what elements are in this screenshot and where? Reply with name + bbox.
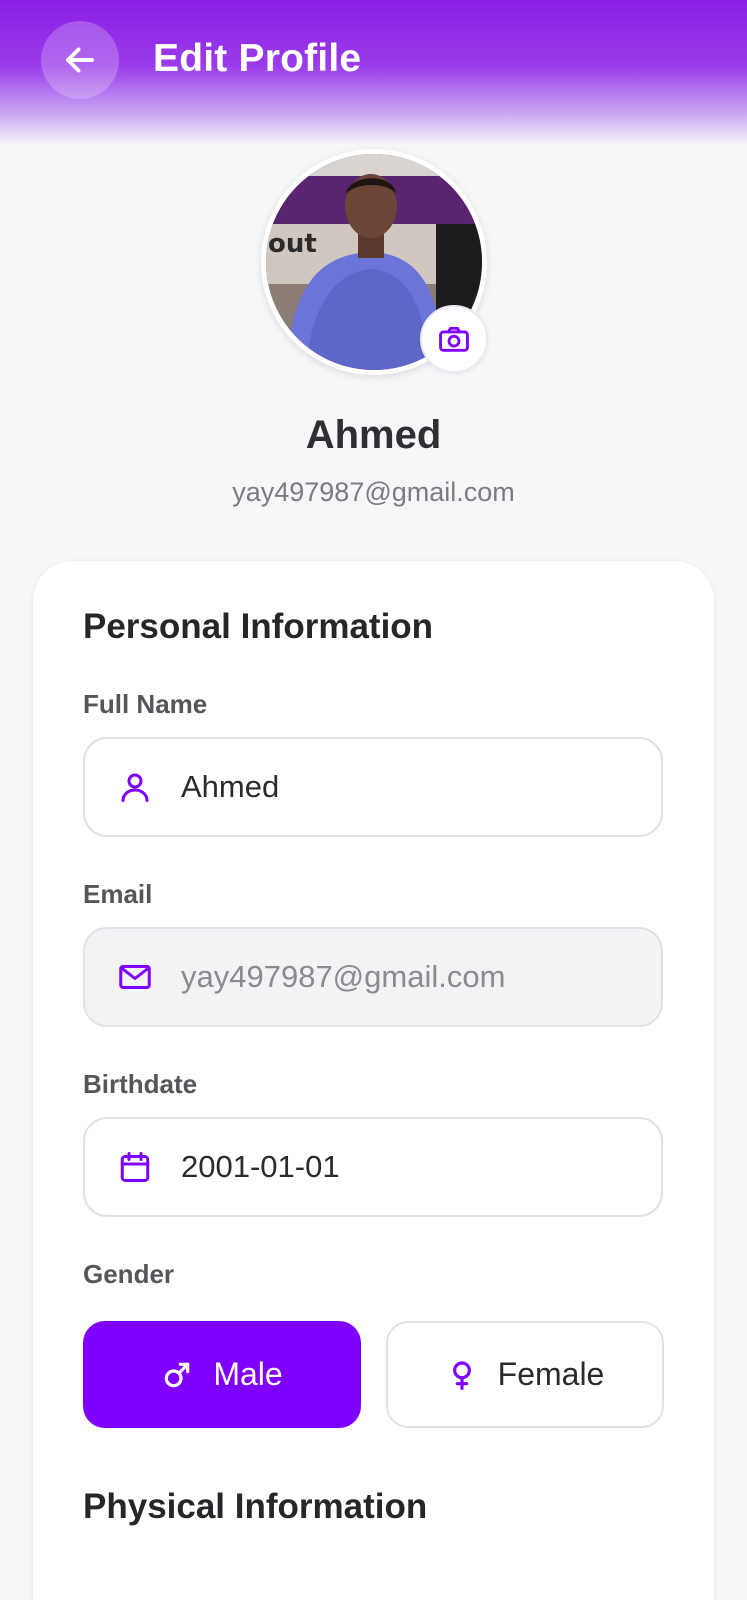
app-header: Edit Profile (0, 0, 747, 145)
calendar-icon (115, 1147, 155, 1187)
profile-email: yay497987@gmail.com (232, 477, 515, 507)
gender-female-button[interactable]: Female (386, 1321, 664, 1428)
arrow-left-icon (66, 47, 94, 73)
full-name-value: Ahmed (181, 769, 280, 804)
female-symbol-icon (446, 1359, 478, 1391)
gender-male-button[interactable]: Male (83, 1321, 361, 1428)
email-value: yay497987@gmail.com (181, 959, 506, 994)
page-title: Edit Profile (153, 37, 362, 80)
personal-info-title: Personal Information (83, 607, 434, 646)
profile-form-card: Personal Information Full Name Ahmed Ema… (33, 561, 714, 1600)
full-name-field[interactable]: Ahmed (83, 737, 663, 837)
mail-icon (115, 957, 155, 997)
male-symbol-icon (161, 1359, 193, 1391)
gender-label: Gender (83, 1259, 175, 1289)
gender-female-label: Female (497, 1356, 605, 1392)
profile-name: Ahmed (305, 413, 442, 457)
email-field[interactable]: yay497987@gmail.com (83, 927, 663, 1027)
birthdate-value: 2001-01-01 (181, 1149, 340, 1184)
back-button[interactable] (41, 21, 119, 99)
gender-male-label: Male (213, 1356, 283, 1392)
svg-text:out: out (268, 229, 317, 259)
birthdate-field[interactable]: 2001-01-01 (83, 1117, 663, 1217)
user-icon (115, 767, 155, 807)
full-name-label: Full Name (83, 689, 208, 719)
physical-info-title: Physical Information (83, 1487, 428, 1526)
birthdate-label: Birthdate (83, 1069, 198, 1099)
change-photo-button[interactable] (420, 305, 488, 373)
camera-icon (439, 326, 469, 352)
email-label: Email (83, 879, 153, 909)
avatar-container: out (261, 149, 488, 375)
